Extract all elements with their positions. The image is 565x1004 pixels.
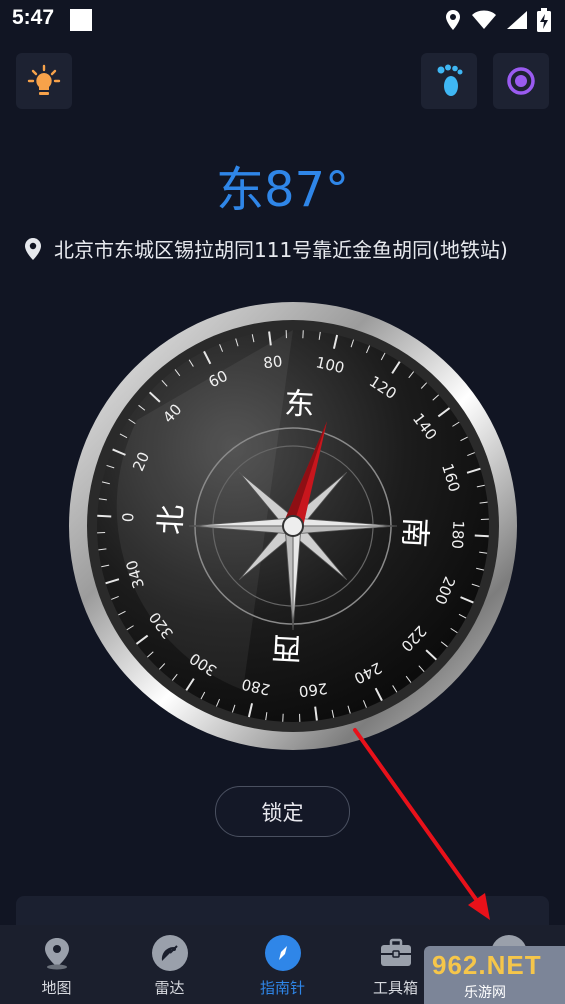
watermark-logo: 962.NET 乐游网 xyxy=(424,946,565,1004)
nav-item-radar[interactable]: 雷达 xyxy=(113,925,226,1004)
compass-cardinal-west: 西 xyxy=(271,629,303,666)
status-bar: 5:47 xyxy=(0,0,565,40)
compass-cardinal-east: 东 xyxy=(283,386,315,423)
compass-tick-label: 180 xyxy=(448,520,467,550)
flashlight-button[interactable] xyxy=(16,53,72,109)
nav-label-compass: 指南针 xyxy=(259,979,305,997)
footprint-icon xyxy=(437,64,463,96)
lock-button[interactable]: 锁定 xyxy=(215,786,350,837)
watermark-sub: 乐游网 xyxy=(464,985,506,1001)
watermark-brand: 962.NET xyxy=(432,950,542,980)
address-text: 北京市东城区锡拉胡同111号靠近金鱼胡同(地铁站) xyxy=(54,238,508,262)
compass-tick xyxy=(285,330,287,339)
footprint-button[interactable] xyxy=(421,53,477,109)
map-pin-icon xyxy=(39,935,75,971)
compass-cardinal-south: 南 xyxy=(396,516,433,548)
nav-item-map[interactable]: 地图 xyxy=(0,925,113,1004)
heading-readout: 东87° xyxy=(215,162,350,218)
radar-icon xyxy=(151,935,188,971)
nav-item-compass[interactable]: 指南针 xyxy=(226,925,339,1004)
compass-dial: 020406080 1001201401601802002202402602803… xyxy=(69,302,517,750)
record-button[interactable] xyxy=(493,53,549,109)
status-icons xyxy=(444,8,551,32)
battery-icon xyxy=(537,8,551,32)
location-pin-icon xyxy=(25,237,41,260)
compass-icon xyxy=(264,935,301,971)
signal-icon xyxy=(507,11,527,29)
record-icon xyxy=(507,67,535,95)
compass-tick xyxy=(474,534,489,538)
location-row: 北京市东城区锡拉胡同111号靠近金鱼胡同(地铁站) xyxy=(24,234,508,263)
compass-tick xyxy=(97,532,106,534)
nav-label-radar: 雷达 xyxy=(154,979,185,997)
compass-tick xyxy=(480,518,489,520)
compass-tick-label: 80 xyxy=(262,352,283,372)
nav-label-toolbox: 工具箱 xyxy=(372,979,418,997)
lightbulb-icon xyxy=(27,64,61,95)
status-time: 5:47 xyxy=(12,6,55,29)
compass-tick xyxy=(97,514,112,518)
compass-center-pin xyxy=(282,515,304,537)
compass-cardinal-north: 北 xyxy=(153,504,190,536)
wifi-icon xyxy=(472,10,496,29)
compass-tick-label: 260 xyxy=(298,679,329,700)
location-status-icon xyxy=(446,10,460,30)
compass-tick xyxy=(299,713,301,722)
compass-tick-label: 0 xyxy=(119,512,137,522)
toolbox-icon xyxy=(378,935,414,971)
nav-label-map: 地图 xyxy=(41,979,72,997)
notification-icon xyxy=(70,9,92,31)
